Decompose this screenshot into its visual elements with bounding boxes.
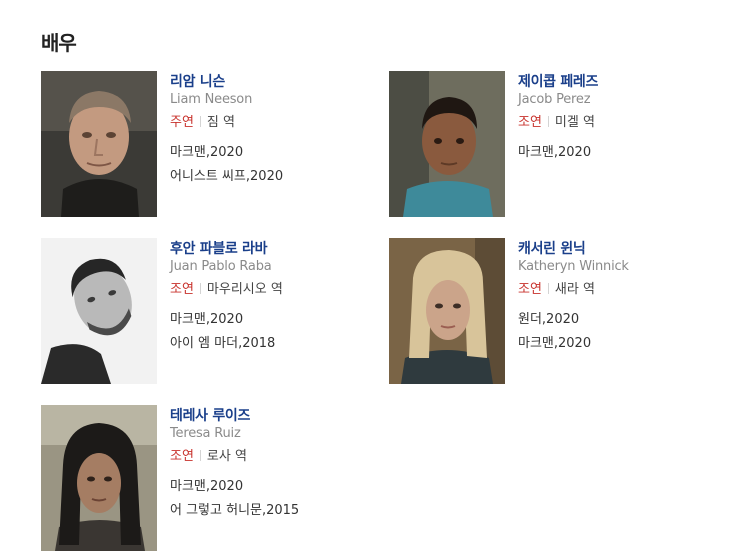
film-link[interactable]: 아이 엠 마더,2018	[170, 332, 370, 351]
role-divider	[199, 283, 201, 294]
film-link[interactable]: 마크맨,2020	[518, 332, 718, 351]
actor-photo[interactable]	[41, 238, 157, 384]
role-character: 짐 역	[206, 115, 235, 130]
actor-name[interactable]: 제이콥 페레즈	[518, 71, 718, 90]
actor-photo[interactable]	[41, 71, 157, 217]
actor-role: 주연 짐 역	[170, 111, 370, 130]
actor-role: 조연 마우리시오 역	[170, 278, 370, 297]
actor-name[interactable]: 리암 니슨	[170, 71, 370, 90]
actor-card: 제이콥 페레즈 Jacob Perez 조연 미겔 역 마크맨,2020	[389, 71, 719, 217]
actor-role: 조연 로사 역	[170, 445, 370, 464]
role-divider	[547, 283, 549, 294]
role-character: 로사 역	[206, 449, 247, 464]
actor-name-en: Jacob Perez	[518, 92, 591, 107]
actor-name-en: Liam Neeson	[170, 92, 253, 107]
actor-name[interactable]: 캐서린 윈닉	[518, 238, 718, 257]
actor-name-en: Teresa Ruiz	[170, 426, 241, 441]
role-character: 마우리시오 역	[206, 282, 283, 297]
film-link[interactable]: 마크맨,2020	[170, 141, 370, 160]
filmography: 마크맨,2020 어 그렇고 허니문,2015	[170, 475, 370, 518]
role-character: 미겔 역	[554, 115, 595, 130]
role-divider	[199, 450, 201, 461]
film-link[interactable]: 마크맨,2020	[170, 475, 370, 494]
section-title: 배우	[41, 31, 77, 55]
actor-photo[interactable]	[389, 71, 505, 217]
film-link[interactable]: 어니스트 씨프,2020	[170, 165, 370, 184]
filmography: 마크맨,2020	[518, 141, 718, 160]
role-character: 새라 역	[554, 282, 595, 297]
actor-card: 리암 니슨 Liam Neeson 주연 짐 역 마크맨,2020 어니스트 씨프…	[41, 71, 371, 217]
role-type: 조연	[170, 282, 194, 297]
actor-name[interactable]: 후안 파블로 라바	[170, 238, 370, 257]
actor-name-en: Juan Pablo Raba	[170, 259, 272, 274]
actor-role: 조연 미겔 역	[518, 111, 718, 130]
role-divider	[547, 116, 549, 127]
film-link[interactable]: 원더,2020	[518, 308, 718, 327]
actor-name-en: Katheryn Winnick	[518, 259, 629, 274]
actor-role: 조연 새라 역	[518, 278, 718, 297]
filmography: 원더,2020 마크맨,2020	[518, 308, 718, 351]
actor-photo[interactable]	[41, 405, 157, 551]
actor-name[interactable]: 테레사 루이즈	[170, 405, 370, 424]
film-link[interactable]: 어 그렇고 허니문,2015	[170, 499, 370, 518]
actor-photo[interactable]	[389, 238, 505, 384]
role-type: 주연	[170, 115, 194, 130]
role-type: 조연	[518, 282, 542, 297]
film-link[interactable]: 마크맨,2020	[518, 141, 718, 160]
filmography: 마크맨,2020 어니스트 씨프,2020	[170, 141, 370, 184]
role-divider	[199, 116, 201, 127]
actor-card: 후안 파블로 라바 Juan Pablo Raba 조연 마우리시오 역 마크맨,…	[41, 238, 371, 384]
actor-card: 캐서린 윈닉 Katheryn Winnick 조연 새라 역 원더,2020 마…	[389, 238, 719, 384]
filmography: 마크맨,2020 아이 엠 마더,2018	[170, 308, 370, 351]
role-type: 조연	[518, 115, 542, 130]
role-type: 조연	[170, 449, 194, 464]
film-link[interactable]: 마크맨,2020	[170, 308, 370, 327]
actor-card: 테레사 루이즈 Teresa Ruiz 조연 로사 역 마크맨,2020 어 그렇…	[41, 405, 371, 551]
